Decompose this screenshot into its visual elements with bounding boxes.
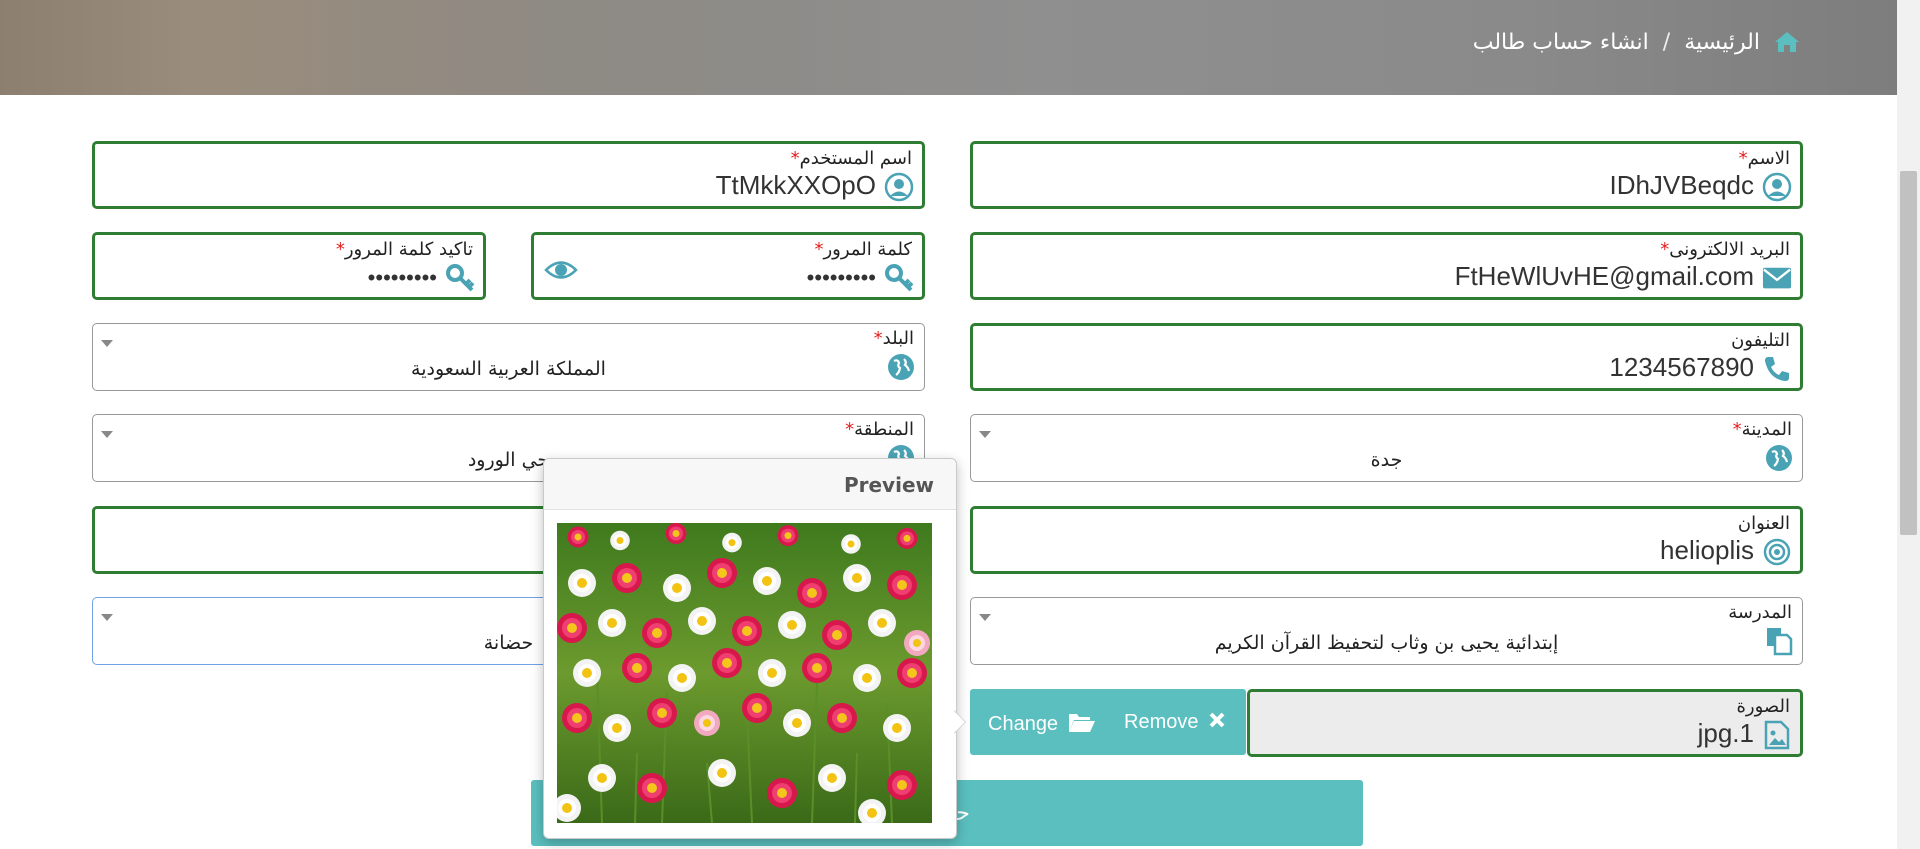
city-value: جدة — [1370, 449, 1403, 471]
chevron-down-icon[interactable] — [101, 431, 113, 438]
school-select[interactable]: المدرسة إبتدائية يحيى بن وثاب لتحفيظ الق… — [970, 597, 1803, 665]
flower-preview-image — [557, 523, 932, 823]
required-mark: * — [1738, 148, 1748, 169]
home-icon[interactable] — [1774, 31, 1800, 53]
name-input[interactable]: IDhJVBeqdc — [1609, 170, 1754, 201]
required-mark: * — [1732, 419, 1742, 440]
confirm-password-field[interactable]: *تاكيد كلمة المرور ••••••••• — [92, 232, 486, 300]
required-mark: * — [790, 148, 800, 169]
breadcrumb: الرئيسية / انشاء حساب طالب — [1473, 26, 1800, 58]
target-icon — [1762, 537, 1792, 567]
name-field[interactable]: *الاسم IDhJVBeqdc — [970, 141, 1803, 209]
name-label: الاسم — [1747, 148, 1790, 169]
email-label: البريد الالكترونى — [1669, 239, 1790, 260]
password-input[interactable]: ••••••••• — [807, 265, 876, 291]
country-label: البلد — [882, 328, 914, 349]
username-label: اسم المستخدم — [799, 148, 912, 169]
username-field[interactable]: *اسم المستخدم TtMkkXXOpO — [92, 141, 925, 209]
address-input[interactable]: helioplis — [1660, 535, 1754, 566]
chevron-down-icon[interactable] — [979, 431, 991, 438]
preview-popover: Preview — [543, 458, 957, 839]
confirm-password-input[interactable]: ••••••••• — [368, 265, 437, 291]
photo-filename: jpg.1 — [1697, 718, 1754, 748]
globe-icon — [886, 352, 916, 382]
eye-icon[interactable] — [544, 257, 578, 283]
user-icon — [884, 172, 914, 202]
required-mark: * — [335, 239, 345, 260]
district-label: المنطقة — [854, 419, 914, 440]
photo-actions: Change Remove — [970, 689, 1246, 755]
username-input[interactable]: TtMkkXXOpO — [716, 170, 876, 201]
scrollbar[interactable] — [1897, 0, 1920, 849]
address-label: العنوان — [1737, 513, 1790, 534]
password-label: كلمة المرور — [823, 239, 912, 260]
password-field[interactable]: *كلمة المرور ••••••••• — [531, 232, 925, 300]
change-button[interactable]: Change — [988, 711, 1096, 736]
phone-field[interactable]: التليفون 1234567890 — [970, 323, 1803, 391]
email-field[interactable]: *البريد الالكترونى FtHeWlUvHE@gmail.com — [970, 232, 1803, 300]
email-input[interactable]: FtHeWlUvHE@gmail.com — [1455, 261, 1754, 292]
city-select[interactable]: *المدينة جدة — [970, 414, 1803, 482]
school-label: المدرسة — [1728, 602, 1792, 623]
image-file-icon — [1762, 720, 1792, 750]
country-select[interactable]: *البلد المملكة العربية السعودية — [92, 323, 925, 391]
close-icon — [1209, 712, 1225, 728]
user-icon — [1762, 172, 1792, 202]
country-value: المملكة العربية السعودية — [411, 358, 606, 380]
popover-title: Preview — [843, 473, 934, 497]
envelope-icon — [1762, 263, 1792, 293]
school-value: إبتدائية يحيى بن وثاب لتحفيظ القرآن الكر… — [1214, 632, 1559, 654]
chevron-down-icon[interactable] — [101, 614, 113, 621]
photo-label: الصورة — [1736, 696, 1790, 717]
address-field[interactable]: العنوان helioplis — [970, 506, 1803, 574]
scrollbar-thumb[interactable] — [1900, 171, 1917, 535]
required-mark: * — [873, 328, 883, 349]
chevron-down-icon[interactable] — [979, 614, 991, 621]
required-mark: * — [845, 419, 855, 440]
confirm-password-label: تاكيد كلمة المرور — [344, 239, 473, 260]
phone-label: التليفون — [1731, 330, 1790, 351]
breadcrumb-separator: / — [1662, 29, 1671, 55]
folder-open-icon — [1068, 714, 1095, 732]
popover-header: Preview — [544, 459, 956, 510]
phone-icon — [1762, 354, 1792, 384]
key-icon — [445, 263, 475, 293]
popover-arrow — [953, 710, 965, 734]
city-label: المدينة — [1741, 419, 1792, 440]
breadcrumb-current: انشاء حساب طالب — [1472, 29, 1649, 55]
chevron-down-icon[interactable] — [101, 340, 113, 347]
globe-icon — [1764, 443, 1794, 473]
breadcrumb-home-link[interactable]: الرئيسية — [1684, 30, 1760, 55]
key-icon — [884, 263, 914, 293]
remove-button[interactable]: Remove — [1124, 711, 1226, 734]
required-mark: * — [1660, 239, 1670, 260]
photo-field[interactable]: الصورة jpg.1 — [1247, 689, 1803, 757]
copy-icon — [1764, 626, 1794, 656]
phone-input[interactable]: 1234567890 — [1609, 352, 1754, 383]
